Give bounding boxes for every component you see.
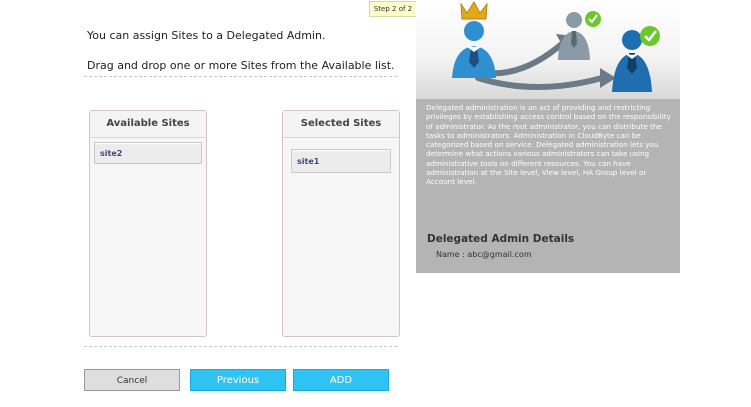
administrator-icon bbox=[612, 26, 660, 92]
add-button[interactable]: ADD bbox=[293, 369, 389, 391]
previous-button[interactable]: Previous bbox=[190, 369, 286, 391]
site-item-site2[interactable]: site2 bbox=[94, 142, 202, 164]
step-indicator: Step 2 of 2 bbox=[369, 1, 417, 17]
delegated-admin-description: Delegated administration is an act of pr… bbox=[426, 103, 671, 187]
divider-bottom bbox=[84, 346, 397, 347]
delegated-admin-details-title: Delegated Admin Details bbox=[427, 233, 575, 245]
delegation-illustration bbox=[416, 0, 680, 99]
intro-text: You can assign Sites to a Delegated Admi… bbox=[87, 29, 326, 42]
site-item-site1[interactable]: site1 bbox=[291, 149, 391, 173]
selected-sites-title: Selected Sites bbox=[283, 111, 399, 138]
available-sites-title: Available Sites bbox=[90, 111, 206, 138]
selected-sites-list[interactable]: Selected Sites site1 bbox=[282, 110, 400, 337]
divider-top bbox=[84, 76, 397, 77]
cancel-button[interactable]: Cancel bbox=[84, 369, 180, 391]
instruction-text: Drag and drop one or more Sites from the… bbox=[87, 59, 395, 72]
available-sites-list[interactable]: Available Sites site2 bbox=[89, 110, 207, 337]
info-panel: Delegated administration is an act of pr… bbox=[416, 0, 680, 273]
admin-name: Name : abc@gmail.com bbox=[436, 250, 532, 259]
delegated-admin-graphic bbox=[452, 1, 660, 92]
check-icon bbox=[640, 26, 660, 46]
description-area: Delegated administration is an act of pr… bbox=[416, 99, 680, 273]
root-admin-icon bbox=[452, 1, 496, 78]
